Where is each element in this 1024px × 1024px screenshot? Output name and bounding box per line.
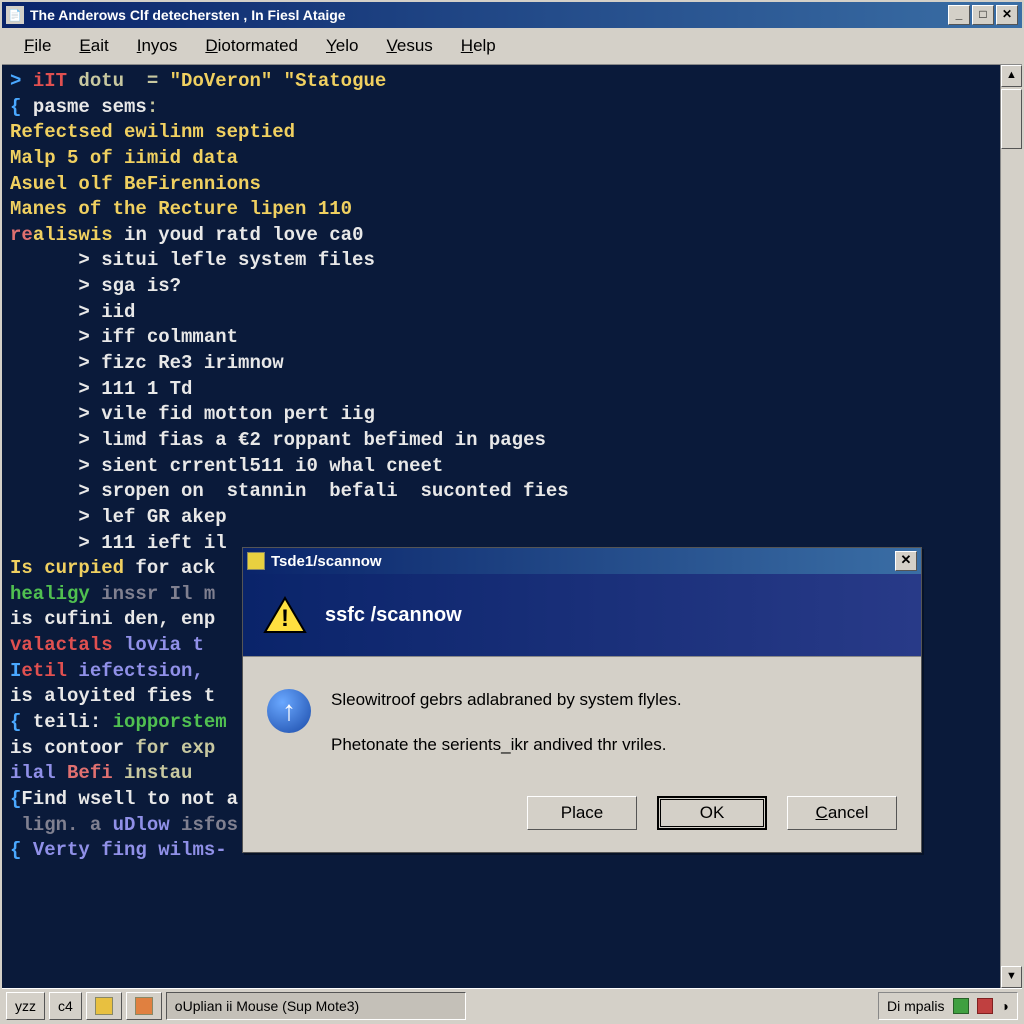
- scroll-down-icon[interactable]: ▼: [1001, 966, 1022, 988]
- dialog-message-1: Sleowitroof gebrs adlabraned by system f…: [331, 685, 682, 716]
- ok-button[interactable]: OK: [657, 796, 767, 830]
- warning-icon: !: [263, 596, 307, 634]
- system-tray: Di mpalis ◑: [878, 992, 1018, 1020]
- menu-yelo[interactable]: Yelo: [312, 32, 372, 60]
- svg-text:!: !: [281, 605, 289, 632]
- task-item-4[interactable]: [126, 992, 162, 1020]
- tray-text: Di mpalis: [887, 998, 945, 1014]
- tray-icon-1[interactable]: [953, 998, 969, 1014]
- info-icon: ↑: [267, 689, 311, 733]
- titlebar: 📄 The Anderows Clf detechersten , In Fie…: [2, 2, 1022, 28]
- window-title: The Anderows Clf detechersten , In Fiesl…: [30, 7, 948, 23]
- dialog: Tsde1/scannow ✕ ! ssfc /scannow ↑ Sleowi…: [242, 547, 922, 853]
- tray-icon-2[interactable]: [977, 998, 993, 1014]
- dialog-header: ! ssfc /scannow: [243, 574, 921, 657]
- scroll-thumb[interactable]: [1001, 89, 1022, 149]
- menu-help[interactable]: Help: [447, 32, 510, 60]
- menu-diotormated[interactable]: Diotormated: [191, 32, 312, 60]
- task-item-3[interactable]: [86, 992, 122, 1020]
- app-icon: 📄: [6, 6, 24, 24]
- dialog-close-button[interactable]: ✕: [895, 551, 917, 571]
- menu-vesus[interactable]: Vesus: [372, 32, 446, 60]
- menu-inyos[interactable]: Inyos: [123, 32, 192, 60]
- menubar: File Eait Inyos Diotormated Yelo Vesus H…: [2, 28, 1022, 65]
- app-icon: [135, 997, 153, 1015]
- menu-file[interactable]: File: [10, 32, 65, 60]
- close-button[interactable]: ✕: [996, 5, 1018, 25]
- scrollbar[interactable]: ▲ ▼: [1000, 65, 1022, 988]
- cancel-button[interactable]: Cancel: [787, 796, 897, 830]
- minimize-button[interactable]: _: [948, 5, 970, 25]
- folder-icon: [95, 997, 113, 1015]
- task-item-2[interactable]: c4: [49, 992, 82, 1020]
- taskbar: yzz c4 oUplian ii Mouse (Sup Mote3) Di m…: [2, 988, 1022, 1022]
- tray-icon-3[interactable]: ◑: [1001, 998, 1009, 1014]
- maximize-button[interactable]: □: [972, 5, 994, 25]
- task-item-1[interactable]: yzz: [6, 992, 45, 1020]
- dialog-header-text: ssfc /scannow: [325, 604, 462, 627]
- dialog-message-2: Phetonate the serients_ikr andived thr v…: [331, 730, 682, 761]
- active-task[interactable]: oUplian ii Mouse (Sup Mote3): [166, 992, 466, 1020]
- menu-edit[interactable]: Eait: [65, 32, 122, 60]
- scroll-up-icon[interactable]: ▲: [1001, 65, 1022, 87]
- scroll-track[interactable]: [1001, 149, 1022, 966]
- place-button[interactable]: Place: [527, 796, 637, 830]
- dialog-body: ↑ Sleowitroof gebrs adlabraned by system…: [243, 657, 921, 780]
- dialog-titlebar: Tsde1/scannow ✕: [243, 548, 921, 574]
- dialog-title: Tsde1/scannow: [271, 553, 895, 570]
- dialog-icon: [247, 552, 265, 570]
